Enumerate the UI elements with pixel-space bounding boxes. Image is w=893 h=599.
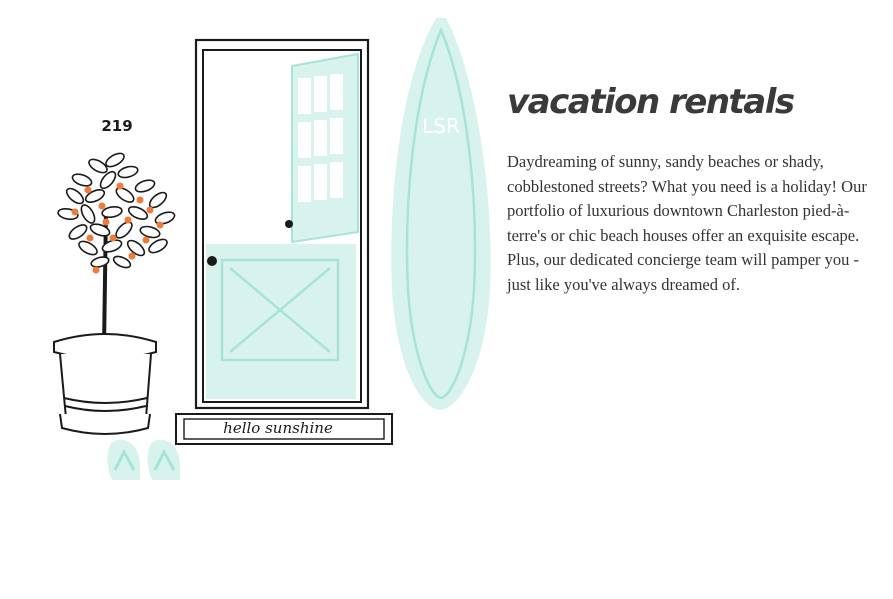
house-number: 219 (101, 117, 132, 135)
door-icon (194, 38, 370, 410)
doormat-icon: hello sunshine (175, 413, 393, 445)
flip-flops-icon (107, 439, 180, 480)
surfboard-icon: LSR (391, 18, 491, 410)
section-heading: vacation rentals (507, 82, 795, 122)
doormat-text: hello sunshine (223, 419, 333, 437)
section-description: Daydreaming of sunny, sandy beaches or s… (507, 152, 867, 294)
surfboard-monogram: LSR (422, 114, 460, 138)
potted-orange-tree-icon (53, 152, 176, 435)
